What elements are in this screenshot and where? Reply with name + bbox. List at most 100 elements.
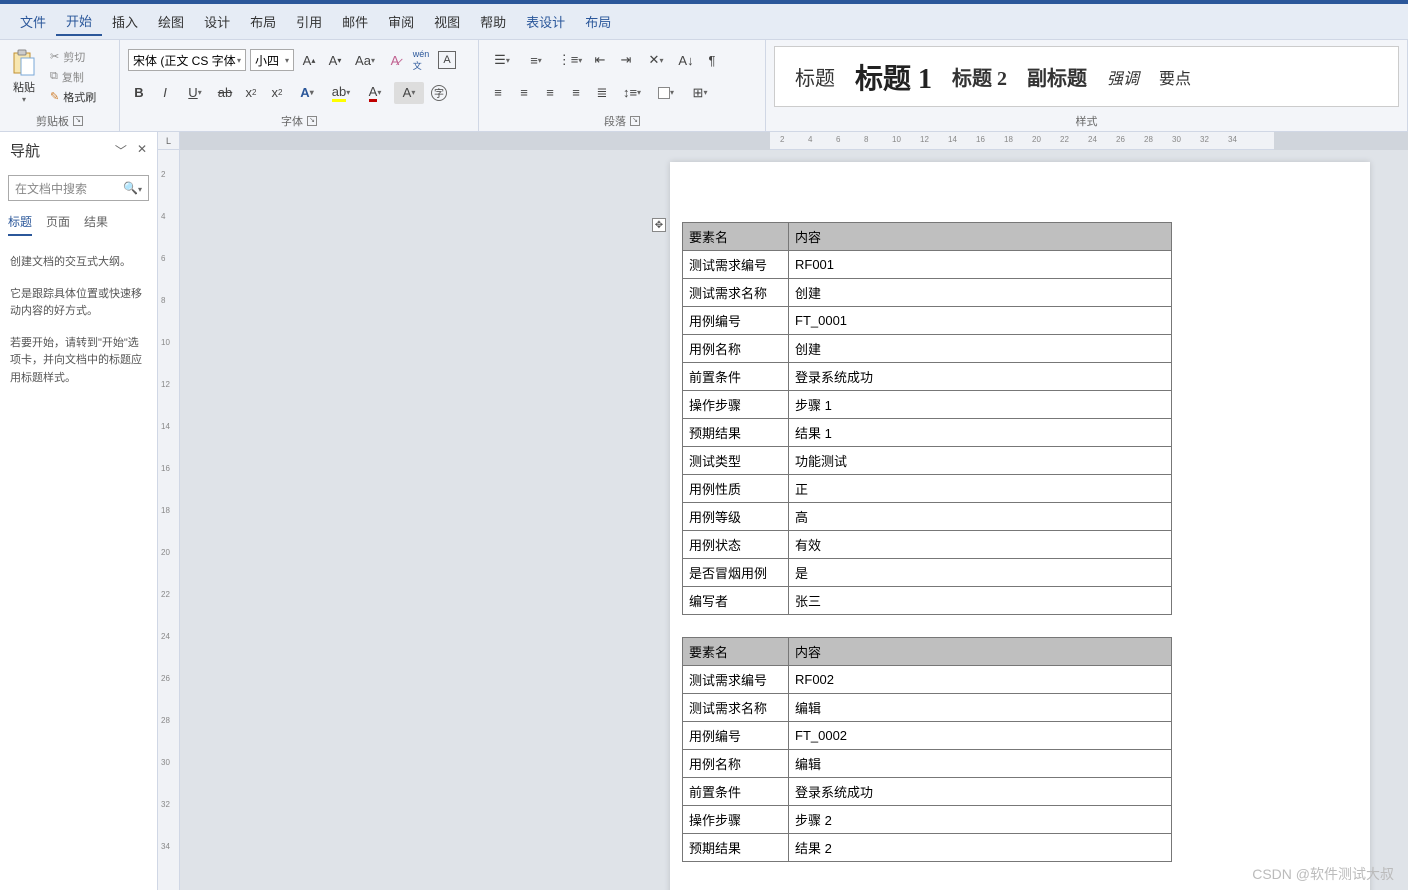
show-marks-button[interactable]: ¶	[701, 49, 723, 71]
table-row[interactable]: 测试需求编号RF002	[683, 666, 1172, 694]
style-emphasis[interactable]: 强调	[1107, 65, 1139, 89]
highlight-color-button[interactable]: ab▾	[326, 82, 356, 104]
shrink-font-button[interactable]: A▾	[324, 49, 346, 71]
horizontal-ruler[interactable]: 246810121416182022242628303234	[180, 132, 1408, 150]
char-shading-button[interactable]: A▾	[394, 82, 424, 104]
tab-draw[interactable]: 绘图	[148, 8, 194, 35]
tab-table-layout[interactable]: 布局	[575, 8, 621, 35]
table-row[interactable]: 用例编号FT_0001	[683, 307, 1172, 335]
table-row[interactable]: 预期结果结果 2	[683, 834, 1172, 862]
tab-layout[interactable]: 布局	[240, 8, 286, 35]
style-point[interactable]: 要点	[1159, 65, 1191, 89]
table-cell[interactable]: 步骤 1	[789, 391, 1172, 419]
table-cell[interactable]: 高	[789, 503, 1172, 531]
borders-button[interactable]: ⊞▾	[685, 82, 715, 104]
font-family-combo[interactable]: 宋体 (正文 CS 字体▾	[128, 49, 246, 71]
align-left-button[interactable]: ≡	[487, 82, 509, 104]
table-cell[interactable]: 步骤 2	[789, 806, 1172, 834]
tab-insert[interactable]: 插入	[102, 8, 148, 35]
table-row[interactable]: 用例名称创建	[683, 335, 1172, 363]
table-cell[interactable]: 用例状态	[683, 531, 789, 559]
font-color-button[interactable]: A▾	[360, 82, 390, 104]
table-row[interactable]: 测试类型功能测试	[683, 447, 1172, 475]
table-row[interactable]: 用例名称编辑	[683, 750, 1172, 778]
font-dialog-launcher[interactable]: ↘	[307, 116, 317, 126]
document-table[interactable]: 要素名内容测试需求编号RF002测试需求名称编辑用例编号FT_0002用例名称编…	[682, 637, 1172, 862]
numbering-button[interactable]: ≡▾	[521, 49, 551, 71]
subscript-button[interactable]: x2	[240, 82, 262, 104]
table-cell[interactable]: 前置条件	[683, 778, 789, 806]
character-border-button[interactable]: A	[436, 49, 458, 71]
bullets-button[interactable]: ☰▾	[487, 49, 517, 71]
table-cell[interactable]: 测试需求编号	[683, 251, 789, 279]
paste-button[interactable]: 粘贴 ▾	[4, 45, 44, 108]
table-cell[interactable]: 创建	[789, 335, 1172, 363]
table-cell[interactable]: 用例名称	[683, 335, 789, 363]
table-cell[interactable]: 有效	[789, 531, 1172, 559]
table-row[interactable]: 用例性质正	[683, 475, 1172, 503]
table-row[interactable]: 编写者张三	[683, 587, 1172, 615]
align-right-button[interactable]: ≡	[539, 82, 561, 104]
justify-button[interactable]: ≡	[565, 82, 587, 104]
table-cell[interactable]: FT_0001	[789, 307, 1172, 335]
table-cell[interactable]: 结果 2	[789, 834, 1172, 862]
tab-home[interactable]: 开始	[56, 7, 102, 36]
table-cell[interactable]: 功能测试	[789, 447, 1172, 475]
enclose-characters-button[interactable]: 字	[428, 82, 450, 104]
underline-button[interactable]: U▾	[180, 82, 210, 104]
bold-button[interactable]: B	[128, 82, 150, 104]
table-header-cell[interactable]: 要素名	[683, 223, 789, 251]
table-header-cell[interactable]: 内容	[789, 223, 1172, 251]
table-cell[interactable]: 登录系统成功	[789, 363, 1172, 391]
close-icon[interactable]: ✕	[137, 142, 147, 159]
nav-tab-pages[interactable]: 页面	[46, 213, 70, 236]
tab-references[interactable]: 引用	[286, 8, 332, 35]
table-row[interactable]: 测试需求名称编辑	[683, 694, 1172, 722]
table-cell[interactable]: 正	[789, 475, 1172, 503]
align-center-button[interactable]: ≡	[513, 82, 535, 104]
multilevel-list-button[interactable]: ⋮≡▾	[555, 49, 585, 71]
document-table[interactable]: 要素名内容测试需求编号RF001测试需求名称创建用例编号FT_0001用例名称创…	[682, 222, 1172, 615]
table-cell[interactable]: RF001	[789, 251, 1172, 279]
table-cell[interactable]: RF002	[789, 666, 1172, 694]
table-cell[interactable]: 编写者	[683, 587, 789, 615]
table-cell[interactable]: 登录系统成功	[789, 778, 1172, 806]
tab-mailings[interactable]: 邮件	[332, 8, 378, 35]
table-cell[interactable]: 测试需求编号	[683, 666, 789, 694]
clipboard-dialog-launcher[interactable]: ↘	[73, 116, 83, 126]
table-cell[interactable]: 是	[789, 559, 1172, 587]
phonetic-guide-button[interactable]: wén文	[410, 49, 432, 71]
table-row[interactable]: 操作步骤步骤 2	[683, 806, 1172, 834]
line-spacing-button[interactable]: ↕≡▾	[617, 82, 647, 104]
table-row[interactable]: 预期结果结果 1	[683, 419, 1172, 447]
table-cell[interactable]: 张三	[789, 587, 1172, 615]
style-heading1[interactable]: 标题 1	[855, 57, 932, 97]
table-cell[interactable]: 用例性质	[683, 475, 789, 503]
tab-review[interactable]: 审阅	[378, 8, 424, 35]
nav-tab-results[interactable]: 结果	[84, 213, 108, 236]
change-case-button[interactable]: Aa▾	[350, 49, 380, 71]
superscript-button[interactable]: x2	[266, 82, 288, 104]
decrease-indent-button[interactable]: ⇤	[589, 49, 611, 71]
table-cell[interactable]: 编辑	[789, 694, 1172, 722]
table-row[interactable]: 用例状态有效	[683, 531, 1172, 559]
search-icon[interactable]: 🔍▾	[123, 181, 142, 195]
table-cell[interactable]: 预期结果	[683, 834, 789, 862]
style-heading2[interactable]: 标题 2	[952, 62, 1007, 91]
table-cell[interactable]: 结果 1	[789, 419, 1172, 447]
table-cell[interactable]: 用例编号	[683, 307, 789, 335]
table-move-handle[interactable]: ✥	[652, 218, 666, 232]
cut-button[interactable]: ✂剪切	[46, 48, 100, 66]
tab-design[interactable]: 设计	[194, 8, 240, 35]
table-cell[interactable]: 预期结果	[683, 419, 789, 447]
chevron-down-icon[interactable]: ﹀	[115, 142, 127, 159]
tab-view[interactable]: 视图	[424, 8, 470, 35]
table-cell[interactable]: 操作步骤	[683, 391, 789, 419]
styles-gallery[interactable]: 标题 标题 1 标题 2 副标题 强调 要点	[774, 46, 1399, 107]
table-cell[interactable]: 编辑	[789, 750, 1172, 778]
clear-formatting-button[interactable]: A̷	[384, 49, 406, 71]
asian-layout-button[interactable]: ✕▾	[641, 49, 671, 71]
table-header-cell[interactable]: 内容	[789, 638, 1172, 666]
table-row[interactable]: 用例编号FT_0002	[683, 722, 1172, 750]
table-cell[interactable]: 用例名称	[683, 750, 789, 778]
